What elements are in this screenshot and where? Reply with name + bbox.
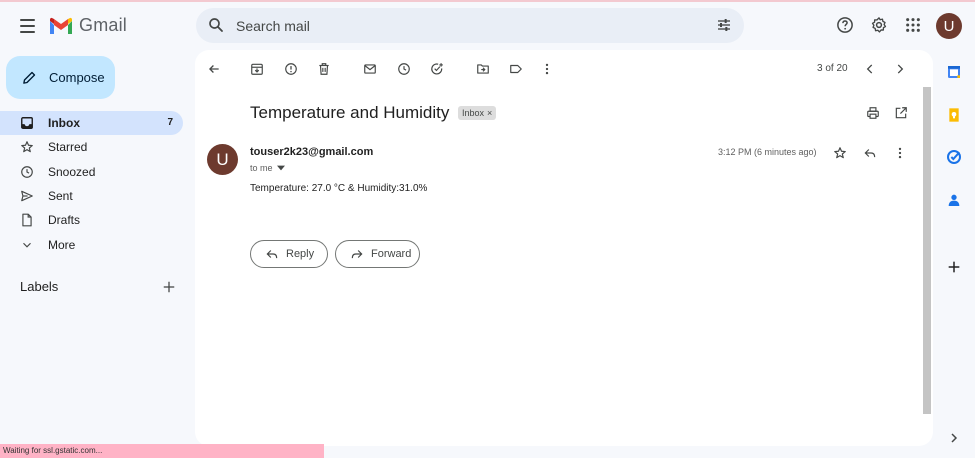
sender-email[interactable]: touser2k23@gmail.com	[250, 146, 373, 158]
star-icon	[21, 141, 33, 153]
sidebar-item-starred[interactable]: Starred	[0, 135, 183, 159]
sidebar-item-label: Inbox	[48, 116, 80, 130]
print-icon[interactable]	[866, 106, 880, 120]
inbox-icon	[21, 117, 33, 129]
mark-unread-mail-icon[interactable]	[363, 62, 377, 76]
snooze-clock-icon[interactable]	[397, 62, 411, 76]
email-body: Temperature: 27.0 °C & Humidity:31.0%	[250, 183, 428, 194]
reply-button[interactable]: Reply	[250, 240, 328, 268]
sidebar-item-snoozed[interactable]: Snoozed	[0, 160, 183, 184]
search-input[interactable]	[236, 16, 696, 36]
more-vertical-icon[interactable]	[540, 62, 554, 76]
sidebar-item-label: Snoozed	[48, 165, 96, 179]
pagination-label: 3 of 20	[817, 63, 848, 74]
sidebar-item-more[interactable]: More	[0, 233, 183, 257]
message-more-icon[interactable]	[893, 146, 907, 160]
browser-status-bar: Waiting for ssl.gstatic.com...	[0, 444, 324, 458]
unread-count-badge: 7	[167, 117, 173, 128]
sidebar-item-label: Starred	[48, 140, 88, 154]
open-new-window-icon[interactable]	[894, 106, 908, 120]
sidebar-item-sent[interactable]: Sent	[0, 184, 183, 208]
add-to-tasks-icon[interactable]	[430, 62, 444, 76]
app-name: Gmail	[79, 15, 128, 35]
send-icon	[21, 190, 33, 202]
settings-gear-icon[interactable]	[869, 15, 889, 35]
search-options-icon[interactable]	[716, 17, 732, 33]
caret-down-icon[interactable]	[276, 165, 285, 171]
tasks-icon[interactable]	[946, 149, 962, 165]
labels-heading: Labels	[20, 279, 59, 294]
calendar-icon[interactable]	[946, 64, 962, 80]
pencil-icon	[23, 71, 36, 84]
back-arrow-icon[interactable]	[207, 62, 221, 76]
chip-label: Inbox	[462, 108, 485, 118]
forward-arrow-icon	[351, 250, 363, 259]
sidebar-item-drafts[interactable]: Drafts	[0, 208, 183, 232]
message-timestamp: 3:12 PM (6 minutes ago)	[718, 147, 817, 157]
gmail-logo[interactable]: Gmail	[49, 15, 127, 36]
label-tag-icon[interactable]	[509, 62, 523, 76]
inbox-label-chip: Inbox ×	[458, 106, 497, 120]
clock-icon	[21, 166, 33, 178]
chevron-down-icon	[23, 242, 31, 248]
search-bar[interactable]	[196, 8, 744, 43]
remove-label-icon[interactable]: ×	[487, 108, 492, 118]
draft-icon	[22, 213, 32, 227]
account-avatar[interactable]: U	[936, 13, 962, 39]
sidebar-item-inbox[interactable]: Inbox 7	[0, 111, 183, 135]
top-accent-line	[0, 0, 975, 2]
main-menu-button[interactable]	[14, 14, 40, 38]
compose-button[interactable]: Compose	[6, 56, 115, 99]
sidebar-item-label: More	[48, 238, 76, 252]
forward-label: Forward	[371, 248, 412, 260]
chevron-right-icon[interactable]	[893, 62, 907, 76]
sender-avatar[interactable]: U	[207, 144, 238, 175]
reply-arrow-icon	[266, 250, 278, 259]
message-scrollbar[interactable]	[923, 87, 931, 414]
sidebar-item-label: Drafts	[48, 213, 81, 227]
chevron-left-icon[interactable]	[863, 62, 877, 76]
contacts-icon[interactable]	[946, 192, 962, 208]
add-addon-icon[interactable]	[946, 259, 962, 275]
apps-grid-icon[interactable]	[903, 15, 923, 35]
compose-label: Compose	[49, 70, 105, 85]
delete-trash-icon[interactable]	[317, 62, 331, 76]
help-icon[interactable]	[835, 15, 855, 35]
keep-notes-icon[interactable]	[946, 107, 962, 123]
reply-label: Reply	[286, 248, 315, 260]
email-subject: Temperature and Humidity	[250, 103, 450, 122]
expand-side-panel-icon[interactable]	[946, 430, 962, 446]
sidebar-item-label: Sent	[48, 189, 73, 203]
search-icon[interactable]	[207, 16, 225, 34]
archive-icon[interactable]	[250, 62, 264, 76]
star-message-icon[interactable]	[833, 146, 847, 160]
recipient-line[interactable]: to me	[250, 163, 285, 173]
add-label-icon[interactable]	[162, 280, 176, 294]
move-to-folder-icon[interactable]	[476, 62, 490, 76]
reply-icon[interactable]	[863, 146, 877, 160]
forward-button[interactable]: Forward	[335, 240, 420, 268]
gmail-m-icon	[50, 17, 72, 34]
report-spam-icon[interactable]	[284, 62, 298, 76]
recipient-label: to me	[250, 163, 273, 173]
